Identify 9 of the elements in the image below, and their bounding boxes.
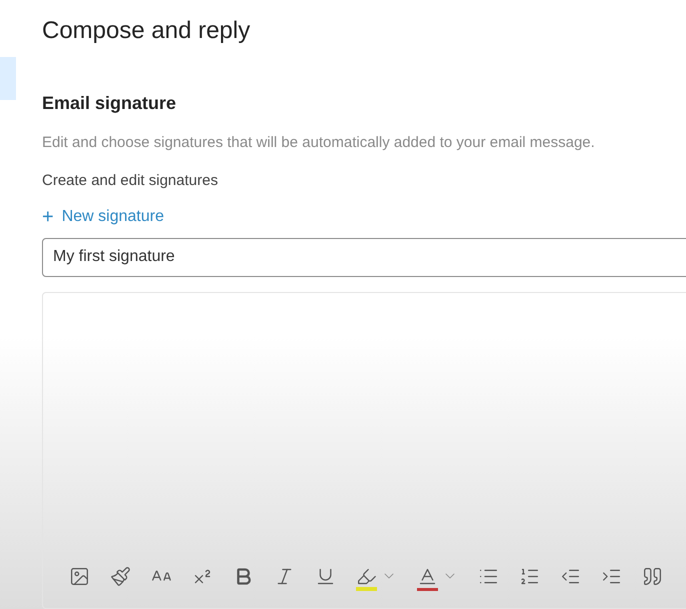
paintbrush-icon bbox=[110, 566, 131, 586]
signature-name-field[interactable]: My first signature bbox=[42, 238, 686, 277]
new-signature-link[interactable]: + New signature bbox=[42, 207, 164, 227]
page-title: Compose and reply bbox=[42, 16, 252, 46]
section-description: Edit and choose signatures that will be automatically added to your email message. bbox=[42, 133, 596, 153]
section-heading: Email signature bbox=[42, 92, 178, 115]
subheading: Create and edit signatures bbox=[42, 171, 219, 191]
image-icon bbox=[69, 566, 90, 586]
quote-icon bbox=[642, 566, 663, 586]
